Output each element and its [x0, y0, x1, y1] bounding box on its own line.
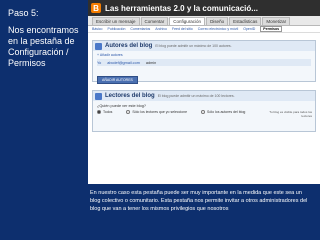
left-instruction: Paso 5: Nos encontramos en la pestaña de…: [8, 8, 84, 69]
author-name[interactable]: Yo: [97, 61, 101, 65]
radio-autores[interactable]: [201, 110, 206, 114]
blog-title: Las herramientas 2.0 y la comunicació...: [105, 3, 258, 13]
authors-panel-header: Autores del blog El blog puede admitir u…: [93, 41, 315, 51]
main-tabs: Escribir un mensaje Comentar Configuraci…: [88, 16, 320, 26]
subtab-openid[interactable]: OpenID: [243, 27, 255, 31]
author-email: abcdef@gmail.com: [107, 60, 140, 65]
authors-icon: [95, 42, 102, 50]
option-autores[interactable]: Sólo los autores del blog: [201, 110, 245, 114]
tab-diseno[interactable]: Diseño: [206, 17, 229, 25]
tab-estadisticas[interactable]: Estadísticas: [229, 17, 262, 25]
author-row: Yo abcdef@gmail.com admin: [97, 59, 311, 66]
authors-panel-note: El blog puede admitir un máximo de 100 a…: [155, 44, 232, 48]
readers-panel-note: El blog puede admitir un máximo de 100 l…: [157, 94, 235, 98]
subtab-permisos[interactable]: Permisos: [260, 26, 283, 32]
blogger-logo-icon[interactable]: B: [91, 3, 101, 13]
subtab-feed[interactable]: Feed del sitio: [172, 27, 193, 31]
readers-panel: Lectores del blog El blog puede admitir …: [92, 90, 316, 132]
add-authors-button[interactable]: AÑADIR AUTORES: [97, 76, 138, 84]
visibility-description: Tu blog es visible para todos los lector…: [269, 110, 312, 118]
tab-configuracion[interactable]: Configuración: [169, 17, 206, 25]
subtab-comentarios[interactable]: Comentarios: [130, 27, 150, 31]
subtab-correo[interactable]: Correo electrónico y móvil: [198, 27, 238, 31]
step-description: Nos encontramos en la pestaña de Configu…: [8, 25, 79, 68]
blogger-topbar: B Las herramientas 2.0 y la comunicació.…: [88, 0, 320, 16]
tab-monetizar[interactable]: Monetizar: [262, 17, 291, 25]
add-authors-link[interactable]: + Añadir autores: [97, 53, 123, 57]
tab-comentar[interactable]: Comentar: [140, 17, 169, 25]
settings-subtabs: Básico Publicación Comentarios Archivo F…: [88, 26, 320, 33]
radio-todos[interactable]: [97, 110, 101, 114]
readers-icon: [95, 92, 102, 100]
visibility-options: Todos Sólo los lectores que yo seleccion…: [93, 110, 315, 118]
author-role: admin: [145, 60, 157, 65]
radio-lectores[interactable]: [126, 110, 131, 114]
blogger-screenshot: B Las herramientas 2.0 y la comunicació.…: [88, 0, 320, 184]
option-todos[interactable]: Todos: [97, 110, 112, 114]
subtab-publicacion[interactable]: Publicación: [108, 27, 126, 31]
readers-panel-title: Lectores del blog: [105, 93, 155, 99]
subtab-archivo[interactable]: Archivo: [155, 27, 167, 31]
visibility-question: ¿Quién puede ver este blog?: [97, 104, 146, 108]
tab-escribir[interactable]: Escribir un mensaje: [92, 17, 140, 25]
option-lectores[interactable]: Sólo los lectores que yo seleccione: [126, 110, 187, 114]
authors-panel: Autores del blog El blog puede admitir u…: [92, 40, 316, 84]
step-label: Paso 5:: [8, 8, 39, 18]
authors-panel-title: Autores del blog: [105, 43, 153, 49]
explanation-caption: En nuestro caso esta pestaña puede ser m…: [90, 190, 308, 212]
subtab-basico[interactable]: Básico: [92, 27, 103, 31]
readers-panel-header: Lectores del blog El blog puede admitir …: [93, 91, 315, 101]
